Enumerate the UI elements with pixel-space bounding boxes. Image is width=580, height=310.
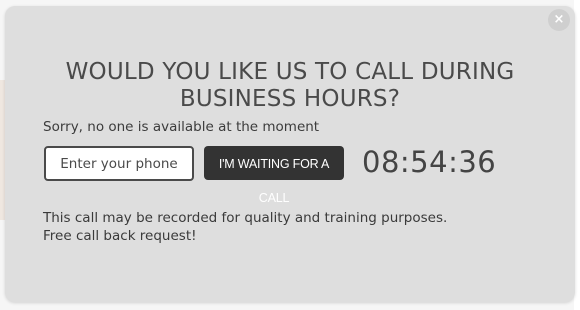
title-line-2: BUSINESS HOURS? [179, 86, 401, 112]
close-icon[interactable]: × [548, 9, 570, 31]
call-request-button[interactable]: I'M WAITING FOR A CALL [204, 146, 344, 205]
disclaimer-text: This call may be recorded for quality an… [43, 209, 447, 245]
modal-title: WOULD YOU LIKE US TO CALL DURING BUSINES… [5, 59, 575, 113]
countdown-timer: 08:54:36 [362, 145, 497, 179]
phone-input[interactable] [44, 146, 194, 181]
disclaimer-line-1: This call may be recorded for quality an… [43, 210, 448, 226]
callback-modal: × WOULD YOU LIKE US TO CALL DURING BUSIN… [5, 6, 575, 302]
disclaimer-line-2: Free call back request! [43, 228, 197, 244]
title-line-1: WOULD YOU LIKE US TO CALL DURING [65, 59, 515, 85]
availability-message: Sorry, no one is available at the moment [43, 119, 320, 135]
